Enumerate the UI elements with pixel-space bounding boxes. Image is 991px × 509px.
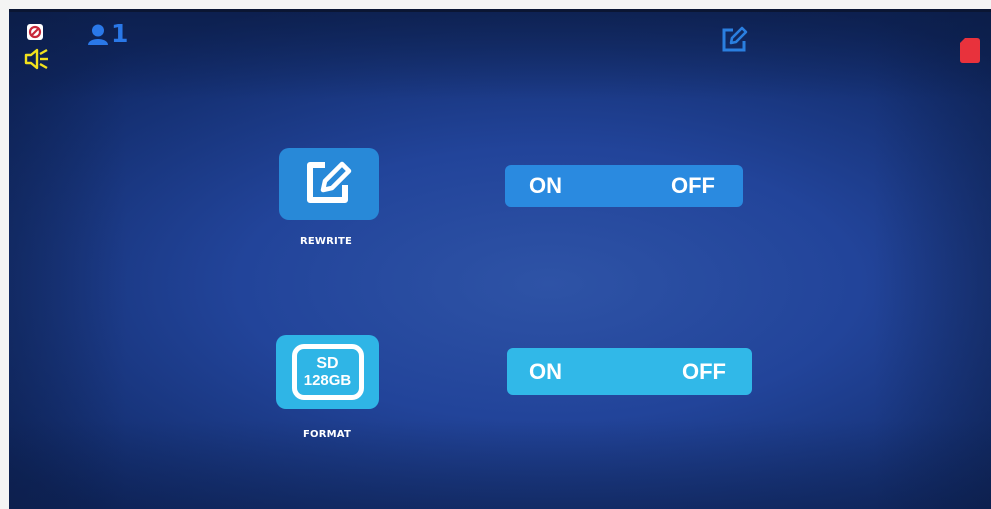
top-edge	[9, 9, 991, 12]
format-label: FORMAT	[303, 429, 351, 440]
sd-capacity: 128GB	[303, 372, 352, 389]
sd-label: SD	[316, 355, 339, 372]
rewrite-toggle[interactable]: ON OFF	[505, 165, 743, 207]
user-count: 1	[111, 19, 129, 48]
rewrite-off-option[interactable]: OFF	[671, 173, 715, 199]
format-toggle[interactable]: ON OFF	[507, 348, 752, 395]
rewrite-status-icon	[719, 25, 749, 55]
format-tile[interactable]: SD 128GB	[276, 335, 379, 409]
record-icon	[959, 36, 981, 64]
rewrite-tile[interactable]	[279, 148, 379, 220]
format-off-option[interactable]: OFF	[682, 359, 726, 385]
sd-card-icon: SD 128GB	[291, 344, 364, 400]
no-signal-icon	[26, 23, 44, 41]
rewrite-label: REWRITE	[299, 236, 353, 247]
edit-icon	[303, 157, 355, 211]
user-icon	[87, 23, 109, 45]
rewrite-on-option[interactable]: ON	[529, 173, 562, 199]
camera-screen: 1 REWRITE ON OFF SD 128GB FORMAT ON OFF	[9, 9, 991, 509]
speaker-icon	[24, 47, 50, 71]
format-on-option[interactable]: ON	[529, 359, 562, 385]
